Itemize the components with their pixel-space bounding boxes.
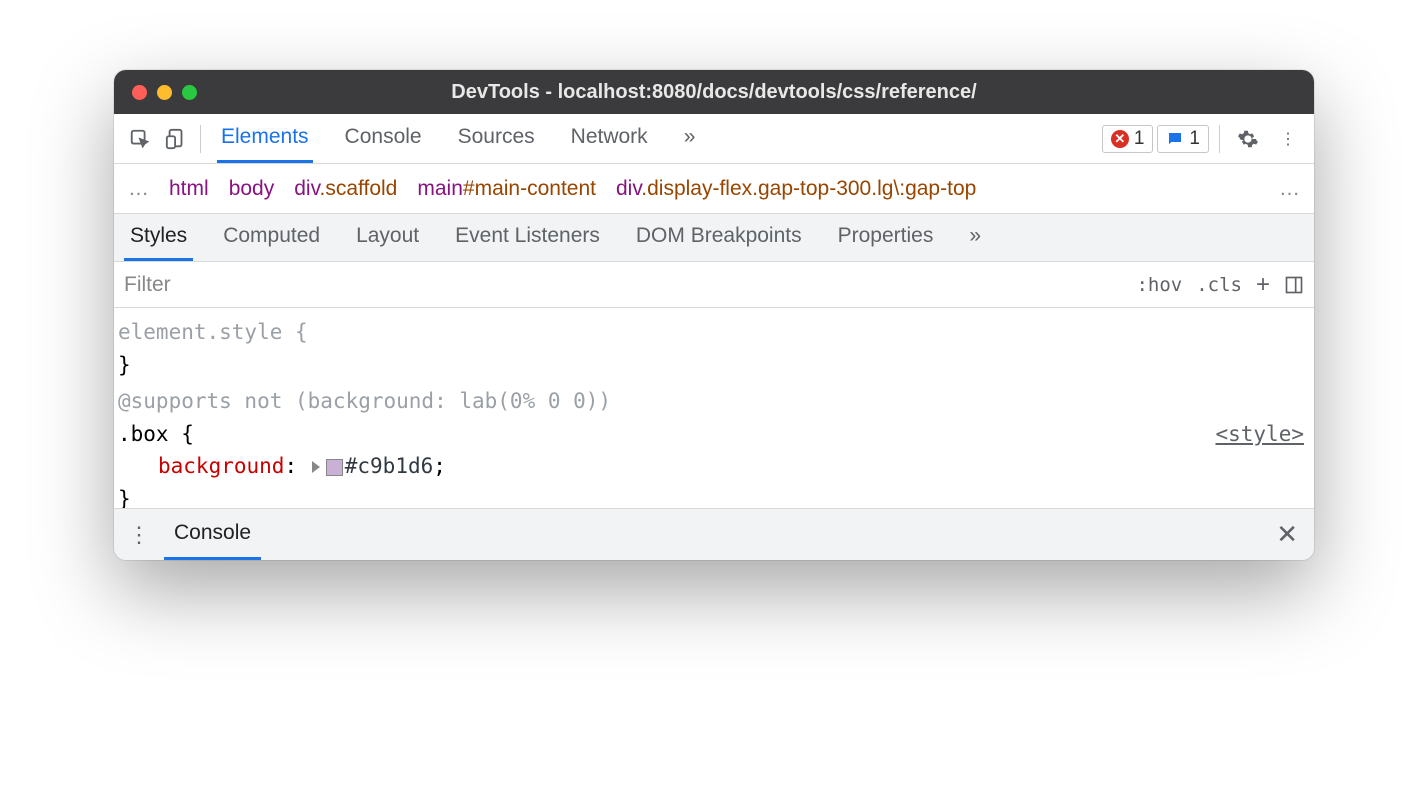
window-close-button[interactable]	[132, 85, 147, 100]
breadcrumb-div-flex[interactable]: div.display-flex.gap-top-300.lg\:gap-top	[616, 177, 976, 201]
breadcrumb-div-scaffold[interactable]: div.scaffold	[294, 177, 397, 201]
subtab-computed[interactable]: Computed	[217, 214, 326, 261]
toolbar-right: ✕ 1 1 ⋮	[1102, 121, 1306, 157]
subtab-styles[interactable]: Styles	[124, 214, 193, 261]
drawer-more-icon[interactable]: ⋮	[124, 522, 154, 548]
toolbar-separator	[1219, 125, 1220, 153]
titlebar: DevTools - localhost:8080/docs/devtools/…	[114, 70, 1314, 114]
computed-styles-sidebar-icon[interactable]	[1284, 275, 1304, 295]
styles-pane: element.style { } @supports not (backgro…	[114, 308, 1314, 508]
subtab-dom-breakpoints[interactable]: DOM Breakpoints	[630, 214, 808, 261]
new-style-rule-icon[interactable]: +	[1256, 271, 1270, 299]
devtools-window: DevTools - localhost:8080/docs/devtools/…	[114, 70, 1314, 560]
close-brace: }	[118, 483, 1310, 508]
tabs-overflow-icon[interactable]: »	[680, 114, 700, 163]
rule-source-link[interactable]: <style>	[1215, 418, 1310, 451]
error-icon: ✕	[1111, 130, 1129, 148]
device-toolbar-icon[interactable]	[158, 121, 194, 157]
hov-toggle[interactable]: :hov	[1136, 274, 1182, 296]
color-swatch-icon[interactable]	[326, 459, 343, 476]
breadcrumb-ellipsis-start[interactable]: …	[128, 177, 149, 201]
toolbar-separator	[200, 125, 201, 153]
box-selector: .box {	[118, 418, 194, 451]
cls-toggle[interactable]: .cls	[1196, 274, 1242, 296]
window-minimize-button[interactable]	[157, 85, 172, 100]
drawer: ⋮ Console ✕	[114, 508, 1314, 560]
dom-breadcrumb: … html body div.scaffold main#main-conte…	[114, 164, 1314, 214]
breadcrumb-ellipsis-end[interactable]: …	[1269, 177, 1300, 201]
subtab-event-listeners[interactable]: Event Listeners	[449, 214, 606, 261]
inspect-element-icon[interactable]	[122, 121, 158, 157]
breadcrumb-body[interactable]: body	[229, 177, 275, 201]
drawer-close-icon[interactable]: ✕	[1270, 519, 1304, 550]
main-tabs: Elements Console Sources Network »	[217, 114, 699, 163]
window-title: DevTools - localhost:8080/docs/devtools/…	[130, 81, 1298, 104]
window-maximize-button[interactable]	[182, 85, 197, 100]
styles-filter-input[interactable]	[124, 273, 1122, 297]
styles-subtabs: Styles Computed Layout Event Listeners D…	[114, 214, 1314, 262]
messages-count: 1	[1189, 128, 1200, 150]
box-style-rule[interactable]: @supports not (background: lab(0% 0 0)) …	[118, 385, 1310, 508]
subtabs-overflow-icon[interactable]: »	[963, 214, 987, 261]
subtab-properties[interactable]: Properties	[832, 214, 940, 261]
breadcrumb-main[interactable]: main#main-content	[417, 177, 596, 201]
supports-rule-text: @supports not (background: lab(0% 0 0))	[118, 385, 1310, 418]
prop-name: background	[158, 454, 284, 478]
settings-icon[interactable]	[1230, 121, 1266, 157]
messages-badge[interactable]: 1	[1157, 125, 1209, 153]
errors-count: 1	[1134, 128, 1145, 150]
subtab-layout[interactable]: Layout	[350, 214, 425, 261]
tab-console[interactable]: Console	[341, 114, 426, 163]
tab-network[interactable]: Network	[567, 114, 652, 163]
close-brace: }	[118, 349, 1310, 382]
element-style-rule[interactable]: element.style { }	[118, 316, 1310, 381]
styles-filter-bar: :hov .cls +	[114, 262, 1314, 308]
tab-elements[interactable]: Elements	[217, 114, 313, 163]
main-toolbar: Elements Console Sources Network » ✕ 1 1…	[114, 114, 1314, 164]
message-icon	[1166, 130, 1184, 148]
tab-sources[interactable]: Sources	[454, 114, 539, 163]
traffic-lights	[132, 85, 197, 100]
breadcrumb-html[interactable]: html	[169, 177, 209, 201]
prop-value: #c9b1d6	[345, 454, 434, 478]
element-style-selector: element.style {	[118, 320, 308, 344]
background-property[interactable]: background: #c9b1d6;	[118, 450, 1310, 483]
expand-shorthand-icon[interactable]	[312, 461, 320, 473]
errors-badge[interactable]: ✕ 1	[1102, 125, 1154, 153]
drawer-tab-console[interactable]: Console	[164, 509, 261, 560]
more-icon[interactable]: ⋮	[1270, 121, 1306, 157]
